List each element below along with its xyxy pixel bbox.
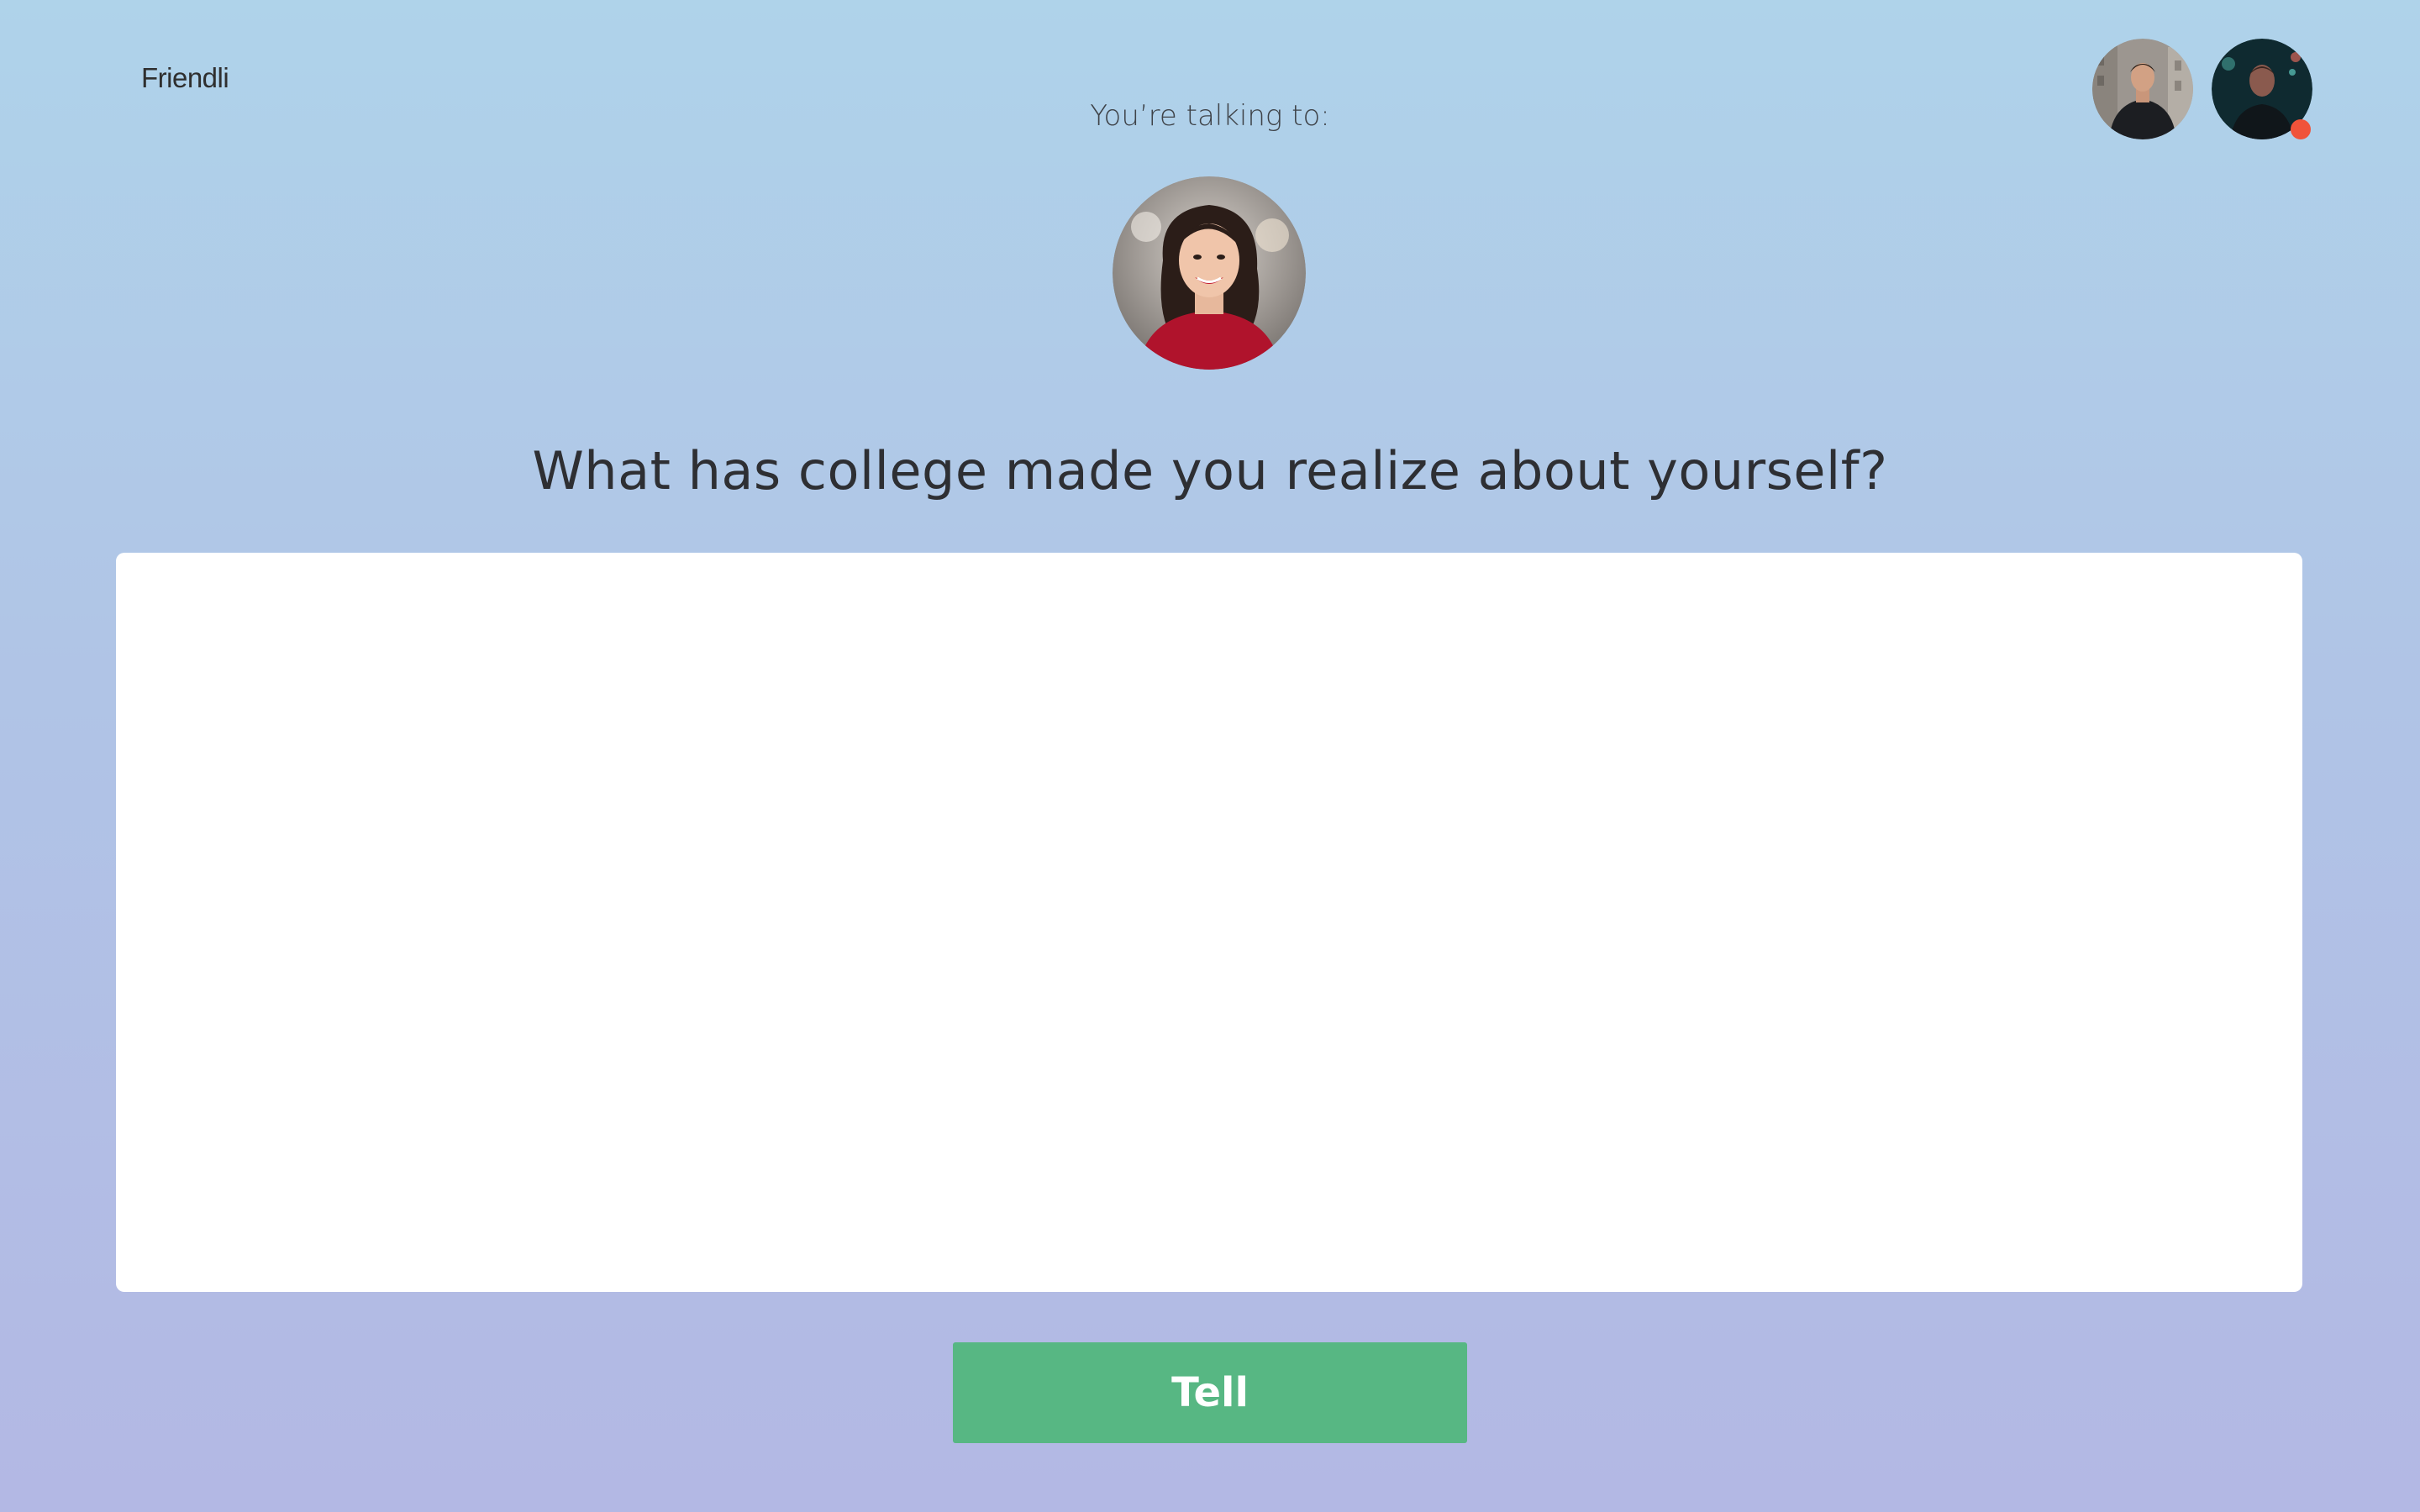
partner-avatar[interactable] [1113,176,1306,370]
talking-to-label: You’re talking to: [1090,99,1330,133]
question-prompt: What has college made you realize about … [532,440,1888,501]
partner-avatar-photo [1113,176,1306,370]
answer-textarea[interactable] [116,553,2302,1292]
brand-logo[interactable]: Friendli [141,62,229,94]
tell-button[interactable]: Tell [953,1342,1467,1443]
